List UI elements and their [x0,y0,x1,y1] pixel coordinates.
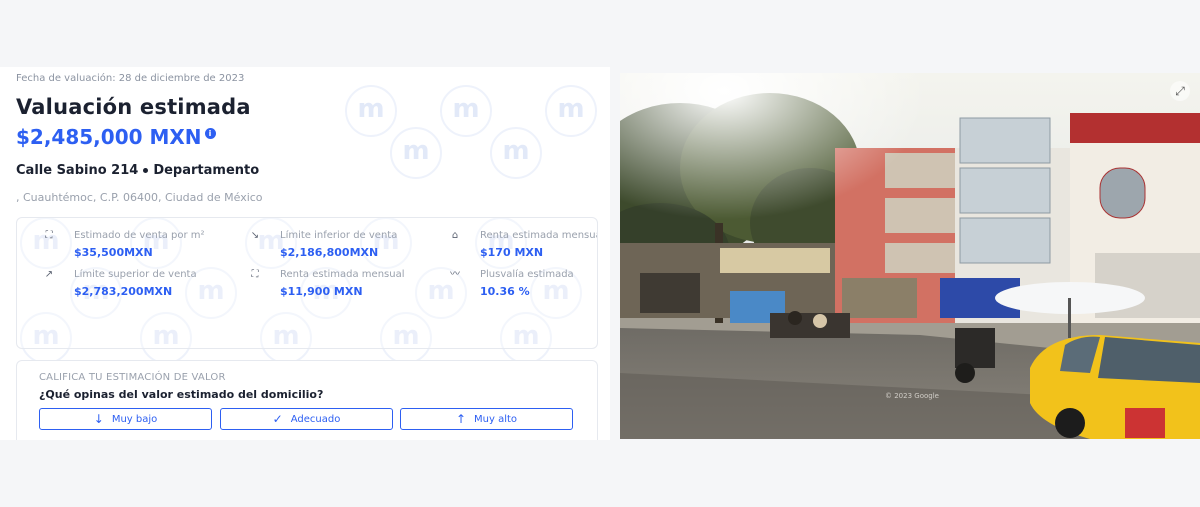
stat-label: Plusvalía estimada [480,269,574,280]
arrow-down-icon: ↓ [93,412,104,426]
rate-adequate-button[interactable]: ✓ Adecuado [220,408,393,430]
property-type: Departamento [153,163,260,178]
stat-value: $11,900 MXN [280,285,363,298]
stats-card: ⛶ Estimado de venta por m² $35,500MXN ↘ … [16,217,598,349]
stat-label: Renta estimada mensual [280,269,405,280]
page-title: Valuación estimada [16,95,251,119]
property-location: , Cuauhtémoc, C.P. 06400, Ciudad de Méxi… [16,191,263,204]
stat-sale-per-m2: ⛶ Estimado de venta por m² $35,500MXN [41,229,236,263]
rating-question: ¿Qué opinas del valor estimado del domic… [39,388,324,401]
rating-card: CALIFICA TU ESTIMACIÓN DE VALOR ¿Qué opi… [16,360,598,440]
watermark-logo-icon: m [345,85,397,137]
arrow-up-icon: ↑ [455,412,467,426]
button-label: Adecuado [290,413,341,425]
watermark-logo-icon: m [390,127,442,179]
valuation-date: Fecha de valuación: 28 de diciembre de 2… [16,73,245,84]
stat-lower-limit: ↘ Límite inferior de venta $2,186,800MXN [247,229,442,263]
estimated-price-row: $2,485,000 MXN i [16,125,216,149]
valuation-panel: m m m m m m m m m m m m m m m m m m m m … [0,67,610,440]
stat-monthly-rent-2: ⛶ Renta estimada mensual $11,900 MXN [247,268,442,302]
watermark-logo-icon: m [440,85,492,137]
stat-value: $35,500MXN [74,246,153,259]
stat-upper-limit: ↗ Límite superior de venta $2,783,200MXN [41,268,236,302]
trend-up-icon: ↗ [44,269,54,280]
scan-icon: ⛶ [251,269,259,280]
separator-dot [143,168,149,173]
rate-too-low-button[interactable]: ↓ Muy bajo [39,408,212,430]
button-label: Muy alto [474,413,518,425]
stat-value: $2,783,200MXN [74,285,173,298]
trend-down-icon: ↘ [250,230,260,241]
expand-icon[interactable]: ⤢ [1170,81,1190,101]
stat-label: Estimado de venta por m² [74,230,205,241]
button-label: Muy bajo [111,413,158,425]
stat-monthly-rent: ⌂ Renta estimada mensual $170 MXN [447,229,597,263]
photo-watermark: © 2023 Google [885,392,939,400]
watermark-logo-icon: m [490,127,542,179]
check-icon: ✓ [272,412,283,426]
street-name: Calle Sabino 214 [16,163,139,178]
info-icon[interactable]: i [204,128,216,139]
stat-appreciation: 〰 Plusvalía estimada 10.36 % [447,268,597,302]
page: m m m m m m m m m m m m m m m m m m m m … [0,0,1200,507]
stat-value: $170 MXN [480,246,544,259]
rating-title: CALIFICA TU ESTIMACIÓN DE VALOR [39,372,226,383]
scan-icon: ⛶ [45,230,53,241]
stat-label: Límite superior de venta [74,269,197,280]
stat-label: Renta estimada mensual [480,230,597,241]
chart-icon: 〰 [450,269,460,280]
street-scene-image: © 2023 Google [620,73,1200,439]
stat-label: Límite inferior de venta [280,230,398,241]
watermark-logo-icon: m [545,85,597,137]
street-view-photo[interactable]: © 2023 Google ⤢ [620,73,1200,439]
estimated-price: $2,485,000 MXN [16,125,202,149]
home-icon: ⌂ [451,230,459,241]
stat-value: $2,186,800MXN [280,246,379,259]
rate-too-high-button[interactable]: ↑ Muy alto [400,408,573,430]
property-address: Calle Sabino 214 Departamento [16,163,259,178]
stat-value: 10.36 % [480,285,530,298]
